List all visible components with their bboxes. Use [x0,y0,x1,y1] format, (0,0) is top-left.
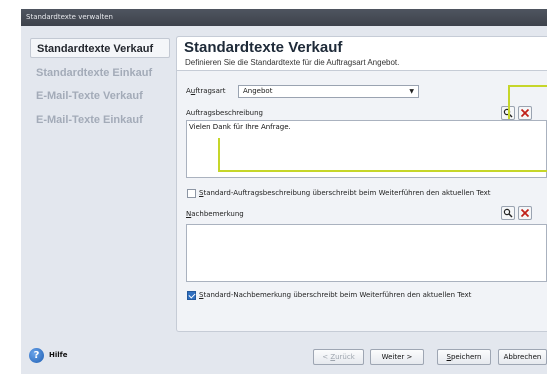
next-button[interactable]: Weiter > [370,349,424,365]
help-icon[interactable]: ? [29,348,44,363]
auftragsbeschreibung-overwrite-label: Standard-Auftragsbeschreibung überschrei… [199,189,491,197]
nachbemerkung-textarea[interactable] [186,224,547,282]
close-icon [520,208,530,218]
search-button-2[interactable] [501,206,515,220]
window-title: Standardtexte verwalten [26,13,113,21]
sidebar-item-label: E-Mail-Texte Verkauf [36,90,143,102]
nachbemerkung-overwrite-label: Standard-Nachbemerkung überschreibt beim… [199,291,472,299]
auftragsart-label: Auftragsart [186,87,226,95]
sidebar-nav: Standardtexte Verkauf Standardtexte Eink… [26,36,173,136]
search-icon [503,208,513,218]
callout-line [508,85,547,119]
callout-line [218,138,547,172]
nachbemerkung-label: Nachbemerkung [186,210,244,218]
back-button[interactable]: < Zurück [313,349,364,365]
delete-button-2[interactable] [518,206,532,220]
sidebar-item-label: E-Mail-Texte Einkauf [36,114,143,126]
auftragsart-value: Angebot [243,87,273,95]
auftragsbeschreibung-label: Auftragsbeschreibung [186,109,263,117]
nachbemerkung-overwrite-checkbox[interactable] [187,291,196,300]
window-titlebar: Standardtexte verwalten [21,9,547,26]
cancel-button[interactable]: Abbrechen [498,349,547,365]
auftragsart-select[interactable]: Angebot ▼ [238,85,419,98]
save-button[interactable]: Speichern [437,349,491,365]
sidebar-item-label: Standardtexte Verkauf [37,43,154,55]
chevron-down-icon: ▼ [409,88,414,95]
sidebar-item-email-texte-einkauf[interactable]: E-Mail-Texte Einkauf [30,110,170,130]
sidebar-item-standardtexte-einkauf[interactable]: Standardtexte Einkauf [30,63,170,83]
help-label[interactable]: Hilfe [49,351,67,359]
content-panel [176,36,547,332]
auftragsbeschreibung-overwrite-checkbox[interactable] [187,189,196,198]
sidebar-item-standardtexte-verkauf[interactable]: Standardtexte Verkauf [30,38,170,58]
page-title: Standardtexte Verkauf [184,39,343,56]
auftragsbeschreibung-text: Vielen Dank für Ihre Anfrage. [189,123,291,131]
sidebar-item-email-texte-verkauf[interactable]: E-Mail-Texte Verkauf [30,86,170,106]
page-subtitle: Definieren Sie die Standardtexte für die… [185,58,400,67]
sidebar-item-label: Standardtexte Einkauf [36,67,153,79]
